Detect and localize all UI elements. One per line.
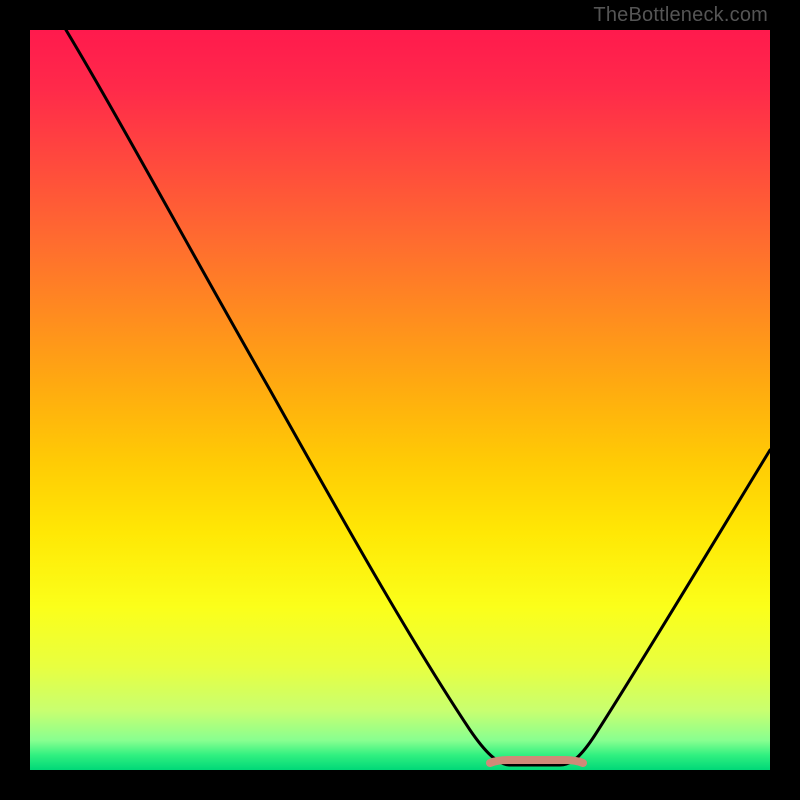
- chart-container: TheBottleneck.com: [0, 0, 800, 800]
- curve-layer: [30, 30, 770, 770]
- bottleneck-curve: [66, 30, 770, 765]
- plot-area: [30, 30, 770, 770]
- watermark-text: TheBottleneck.com: [593, 4, 768, 27]
- optimal-zone-marker: [490, 760, 583, 763]
